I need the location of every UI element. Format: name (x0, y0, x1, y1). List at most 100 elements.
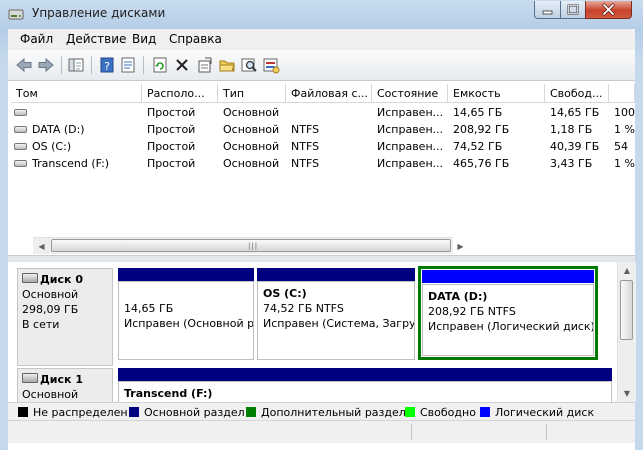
legend-swatch (129, 407, 139, 417)
partition-unnamed[interactable]: 14,65 ГБ Исправен (Основной раздел) (118, 268, 254, 360)
volume-list-horizontal-scrollbar[interactable]: ◀ ||| ▶ (33, 237, 464, 254)
volume-type: Основной (223, 157, 280, 170)
toolbar-separator (91, 56, 92, 74)
column-header-percent-free[interactable]: % (609, 84, 635, 103)
legend-label: Логический диск (495, 406, 595, 419)
column-header-volume[interactable]: Том (11, 84, 142, 103)
table-row[interactable]: Простой Основной Исправен... 14,65 ГБ 14… (11, 104, 635, 121)
refresh-button[interactable] (150, 55, 170, 75)
table-row[interactable]: DATA (D:) Простой Основной NTFS Исправен… (11, 121, 635, 138)
menu-view[interactable]: Вид (132, 32, 156, 46)
disk-properties-button[interactable] (261, 55, 281, 75)
delete-icon (176, 59, 188, 71)
menu-help[interactable]: Справка (169, 32, 222, 46)
partition-body: 14,65 ГБ Исправен (Основной раздел) (118, 281, 254, 360)
volume-layout: Простой (147, 157, 196, 170)
disk-view-vertical-scrollbar[interactable]: ▲ ▼ (617, 262, 636, 402)
help-button[interactable]: ? (97, 55, 117, 75)
volume-free: 14,65 ГБ (550, 106, 600, 119)
volume-capacity: 465,76 ГБ (453, 157, 510, 170)
volume-type: Основной (223, 140, 280, 153)
legend-item: Не распределен (18, 406, 128, 419)
menu-file[interactable]: Файл (20, 32, 53, 46)
volume-capacity: 74,52 ГБ (453, 140, 503, 153)
scroll-right-icon[interactable]: ▶ (452, 238, 469, 254)
toolbar: ? (8, 50, 635, 81)
scrollbar-thumb[interactable]: ||| (51, 239, 451, 252)
partition-bar (257, 268, 415, 281)
disk-0-label[interactable]: Диск 0 Основной 298,09 ГБ В сети (17, 268, 113, 366)
partition-data[interactable]: DATA (D:) 208,92 ГБ NTFS Исправен (Логич… (418, 266, 598, 360)
title-bar[interactable]: Управление дисками (0, 0, 643, 28)
column-header-type[interactable]: Тип (218, 84, 286, 103)
console-tree-icon (68, 58, 84, 72)
window-title: Управление дисками (32, 6, 166, 20)
forward-arrow-icon (38, 57, 54, 73)
volume-filesystem: NTFS (291, 140, 320, 153)
volume-name: DATA (D:) (32, 123, 85, 136)
table-row[interactable]: OS (C:) Простой Основной NTFS Исправен..… (11, 138, 635, 155)
volume-filesystem: NTFS (291, 123, 320, 136)
volume-type: Основной (223, 106, 280, 119)
open-button[interactable] (217, 55, 237, 75)
column-header-filesystem[interactable]: Файловая с... (286, 84, 372, 103)
partition-bar (422, 270, 594, 283)
volume-filesystem: NTFS (291, 157, 320, 170)
properties-button[interactable] (118, 55, 138, 75)
partition-bar (118, 268, 254, 281)
settings-button[interactable] (195, 55, 215, 75)
partition-transcend[interactable]: Transcend (F:) (118, 368, 612, 402)
scroll-up-icon[interactable]: ▲ (618, 262, 636, 279)
delete-button[interactable] (172, 55, 192, 75)
column-header-status[interactable]: Состояние (372, 84, 448, 103)
disk-management-app-icon (8, 9, 24, 20)
partition-name: Transcend (F:) (124, 387, 213, 400)
status-separator (411, 424, 412, 440)
scroll-down-icon[interactable]: ▼ (618, 385, 636, 402)
legend-label: Основной раздел (144, 406, 245, 419)
settings-icon (198, 57, 212, 73)
legend-label: Свободно (420, 406, 476, 419)
toolbar-separator (61, 56, 62, 74)
console-tree-button[interactable] (66, 55, 86, 75)
legend-label: Дополнительный раздел (261, 406, 406, 419)
table-row[interactable]: Transcend (F:) Простой Основной NTFS Исп… (11, 155, 635, 172)
column-header-capacity[interactable]: Емкость (448, 84, 545, 103)
scrollbar-thumb[interactable] (620, 280, 633, 340)
legend-item: Свободно (405, 406, 476, 419)
volume-icon (14, 143, 27, 150)
disk-graphic-view: Диск 0 Основной 298,09 ГБ В сети 14,65 Г… (8, 262, 617, 402)
back-arrow-icon (16, 57, 32, 73)
search-icon (241, 58, 257, 72)
volume-icon (14, 160, 27, 167)
volume-capacity: 208,92 ГБ (453, 123, 510, 136)
volume-free: 1,18 ГБ (550, 123, 593, 136)
back-button[interactable] (14, 55, 34, 75)
menu-action[interactable]: Действие (66, 32, 126, 46)
maximize-icon (567, 4, 579, 15)
minimize-icon (542, 10, 553, 15)
legend-swatch (246, 407, 256, 417)
disk-1-label[interactable]: Диск 1 Основной (17, 368, 113, 402)
menu-bar: Файл Действие Вид Справка (8, 29, 635, 50)
partition-status: Исправен (Основной раздел) (124, 317, 254, 330)
disk-properties-icon (263, 58, 280, 74)
partition-size: 14,65 ГБ (124, 302, 174, 315)
partition-body: OS (C:) 74,52 ГБ NTFS Исправен (Система,… (257, 281, 415, 360)
partition-os[interactable]: OS (C:) 74,52 ГБ NTFS Исправен (Система,… (257, 268, 415, 360)
column-header-layout[interactable]: Располо... (142, 84, 218, 103)
grip-icon: ||| (248, 242, 259, 250)
search-button[interactable] (239, 55, 259, 75)
column-header-free[interactable]: Свобод... (545, 84, 609, 103)
maximize-button[interactable] (560, 1, 586, 19)
legend-label: Не распределен (33, 406, 128, 419)
forward-button[interactable] (36, 55, 56, 75)
close-button[interactable] (585, 1, 632, 19)
scroll-left-icon[interactable]: ◀ (33, 238, 50, 254)
svg-text:?: ? (104, 60, 110, 73)
volume-type: Основной (223, 123, 280, 136)
minimize-button[interactable] (534, 1, 561, 19)
volume-percent-free: 100 (614, 106, 635, 119)
partition-status: Исправен (Система, Загрузка, Файл подкач… (263, 317, 415, 330)
volume-name: Transcend (F:) (32, 157, 110, 170)
